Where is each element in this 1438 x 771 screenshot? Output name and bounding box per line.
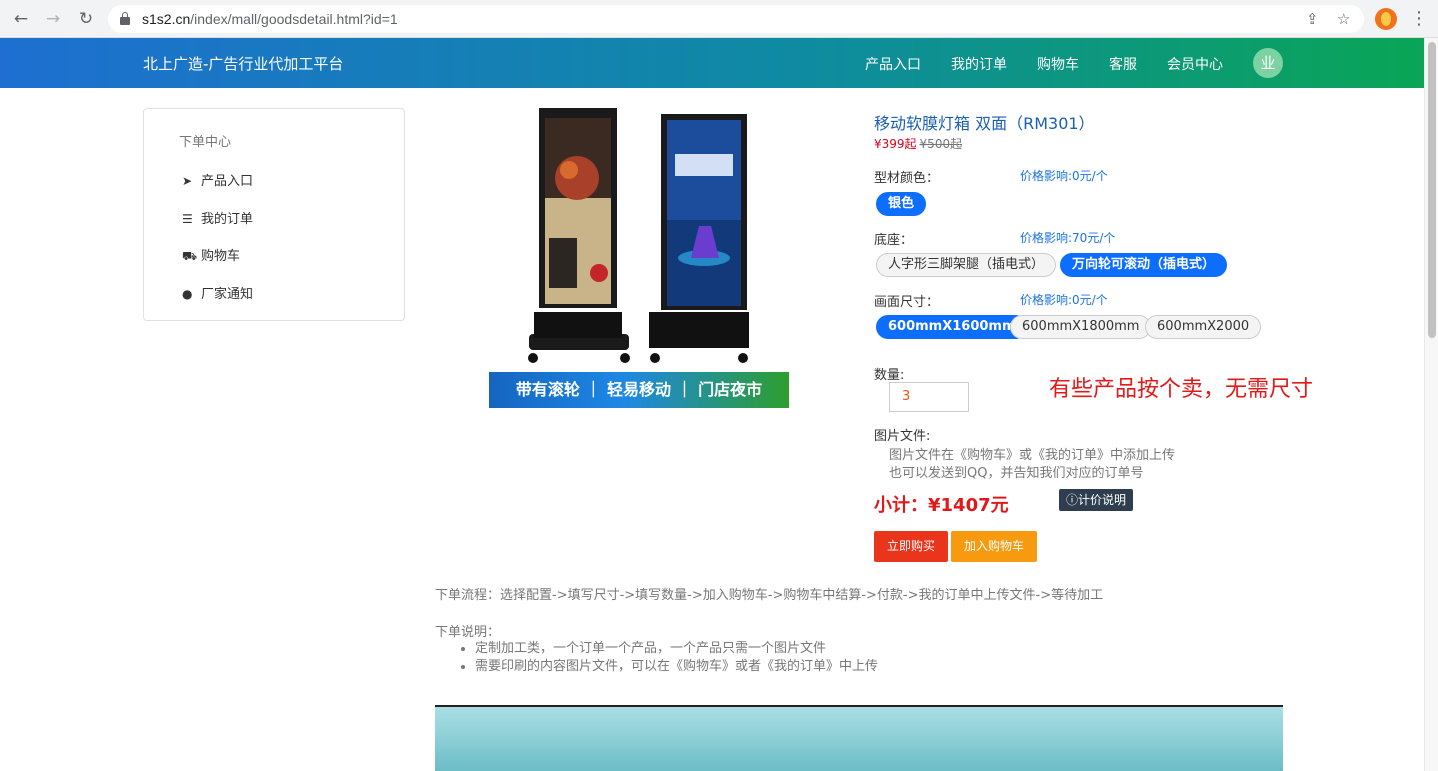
option-label-size: 画面尺寸： <box>874 295 940 310</box>
profile-icon[interactable] <box>1375 8 1397 30</box>
instructions-list: 定制加工类，一个订单一个产品，一个产品只需一个图片文件 需要印刷的内容图片文件，… <box>475 640 878 676</box>
price-original: ¥500起 <box>919 137 963 151</box>
site-brand[interactable]: 北上广造-广告行业代加工平台 <box>143 53 343 74</box>
add-to-cart-button[interactable]: 加入购物车 <box>951 531 1037 562</box>
chip-base-tripod[interactable]: 人字形三脚架腿（插电式） <box>876 253 1057 277</box>
nav-products[interactable]: 产品入口 <box>865 54 921 74</box>
buy-now-button[interactable]: 立即购买 <box>874 531 948 562</box>
quantity-label: 数量: <box>874 368 905 383</box>
subtotal: 小计：¥1407元 <box>874 495 1009 516</box>
nav-orders[interactable]: 我的订单 <box>951 54 1007 74</box>
scrollbar-thumb[interactable] <box>1428 42 1436 338</box>
product-image-banner: 带有滚轮 ｜ 轻易移动 ｜ 门店夜市 <box>489 372 789 408</box>
sidebar-item-orders[interactable]: ☰ 我的订单 <box>182 208 253 227</box>
product-price: ¥399起 ¥500起 <box>874 135 962 152</box>
site-header: 北上广造-广告行业代加工平台 产品入口 我的订单 购物车 客服 会员中心 业 <box>0 38 1424 88</box>
product-image: 带有滚轮 ｜ 轻易移动 ｜ 门店夜市 <box>489 108 789 408</box>
option-note-base: 价格影响:70元/个 <box>1020 231 1116 245</box>
forward-icon[interactable]: → <box>43 9 63 29</box>
cart-icon: ⛟ <box>182 249 198 263</box>
share-icon[interactable]: ⇪ <box>1306 10 1319 28</box>
price-current: ¥399起 <box>874 137 917 151</box>
avatar[interactable]: 业 <box>1253 48 1283 78</box>
star-icon[interactable]: ☆ <box>1337 10 1350 28</box>
sidebar-item-cart[interactable]: ⛟ 购物车 <box>182 245 240 265</box>
file-label: 图片文件: <box>874 429 931 444</box>
chip-color-silver[interactable]: 银色 <box>876 192 927 216</box>
paper-plane-icon: ➤ <box>182 174 193 188</box>
sidebar-item-notices[interactable]: ● 厂家通知 <box>182 283 253 302</box>
file-note-2: 也可以发送到QQ，并告知我们对应的订单号 <box>889 466 1144 481</box>
nav-service[interactable]: 客服 <box>1109 54 1137 74</box>
chip-size-1600[interactable]: 600mmX1600mm <box>876 315 1028 339</box>
product-title: 移动软膜灯箱 双面（RM301） <box>874 114 1095 133</box>
menu-icon[interactable]: ⋮ <box>1410 8 1428 29</box>
option-label-color: 型材颜色： <box>874 171 940 186</box>
back-icon[interactable]: ← <box>11 9 31 29</box>
address-bar[interactable]: s1s2.cn/index/mall/goodsdetail.html?id=1… <box>108 5 1364 33</box>
list-icon: ☰ <box>182 212 193 226</box>
option-label-base: 底座： <box>874 233 914 248</box>
product-detail-image <box>435 705 1283 771</box>
file-note-1: 图片文件在《购物车》或《我的订单》中添加上传 <box>889 448 1176 463</box>
sidebar-item-label: 厂家通知 <box>201 287 254 302</box>
page-scrollbar[interactable] <box>1424 38 1438 771</box>
option-note-color: 价格影响:0元/个 <box>1020 169 1108 183</box>
option-note-size: 价格影响:0元/个 <box>1020 293 1108 307</box>
browser-toolbar: ← → ↻ s1s2.cn/index/mall/goodsdetail.htm… <box>0 0 1438 38</box>
chip-size-1800[interactable]: 600mmX1800mm <box>1010 315 1152 339</box>
sidebar-item-label: 购物车 <box>201 249 241 264</box>
lock-icon <box>120 12 130 25</box>
nav-cart[interactable]: 购物车 <box>1037 54 1079 74</box>
quantity-input[interactable]: 3 <box>889 382 969 412</box>
sidebar-item-products[interactable]: ➤ 产品入口 <box>182 170 253 189</box>
chip-base-wheels[interactable]: 万向轮可滚动（插电式） <box>1060 253 1228 277</box>
pricing-info-button[interactable]: ⓘ计价说明 <box>1059 489 1134 511</box>
list-item: 需要印刷的内容图片文件，可以在《购物车》或者《我的订单》中上传 <box>475 658 878 676</box>
sidebar-item-label: 产品入口 <box>201 174 254 189</box>
instructions-title: 下单说明： <box>435 625 501 640</box>
sidebar-item-label: 我的订单 <box>201 212 254 227</box>
annotation-note: 有些产品按个卖，无需尺寸 <box>1049 377 1314 402</box>
reload-icon[interactable]: ↻ <box>76 9 96 29</box>
order-flow-text: 下单流程：选择配置->填写尺寸->填写数量->加入购物车->购物车中结算->付款… <box>435 588 1104 603</box>
info-icon: ⓘ <box>1066 493 1079 507</box>
sidebar-title: 下单中心 <box>179 135 232 150</box>
nav-member[interactable]: 会员中心 <box>1167 54 1223 74</box>
list-item: 定制加工类，一个订单一个产品，一个产品只需一个图片文件 <box>475 640 878 658</box>
order-center-sidebar: 下单中心 ➤ 产品入口 ☰ 我的订单 ⛟ 购物车 ● 厂家通知 <box>143 108 405 321</box>
url-text: s1s2.cn/index/mall/goodsdetail.html?id=1 <box>142 11 398 27</box>
comment-icon: ● <box>182 287 193 301</box>
lightbox-illustration <box>528 108 749 363</box>
chip-size-2000[interactable]: 600mmX2000 <box>1145 315 1262 339</box>
